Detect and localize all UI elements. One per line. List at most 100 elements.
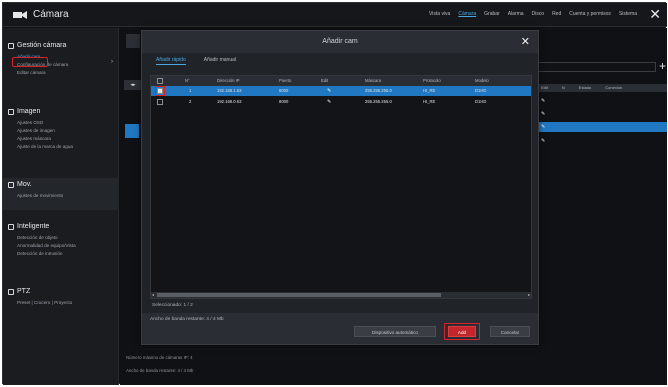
add-icon[interactable]: + [659, 59, 666, 73]
selected-count: Seleccionado: 1 / 2 [152, 303, 193, 308]
sidebar-item-edit-camera[interactable]: Editar cámara [3, 69, 119, 77]
sidebar-item-object-detection[interactable]: Detección de objeto [3, 234, 119, 242]
scrollbar-thumb[interactable] [157, 293, 441, 297]
cell-ip: 192.168.1.63 [217, 88, 242, 93]
top-navigation: Vista viva Cámara Grabar Alarma Disco Re… [429, 11, 637, 17]
sidebar-section-ptz: PTZ Preset | Crucero | Proyecto [3, 288, 119, 307]
cell-port: 8000 [279, 88, 289, 93]
sidebar-section-header[interactable]: Inteligente [3, 223, 119, 234]
edit-icon[interactable]: ✎ [541, 124, 545, 130]
close-icon[interactable]: ✕ [521, 35, 530, 48]
sidebar-section-image: Imagen Ajustes OSD Ajustes de imagen Aju… [3, 108, 119, 151]
cell-ip: 192.168.0.63 [217, 99, 242, 104]
app-title: Cámara [33, 9, 69, 20]
list-item[interactable]: ✎ [538, 96, 667, 106]
column-header[interactable]: Protocolo [423, 76, 441, 86]
cell-model: D1HD [475, 88, 487, 93]
sidebar-item-intrusion[interactable]: Detección de intrusión [3, 250, 119, 258]
column-header[interactable]: Máscara [365, 76, 381, 86]
cancel-button[interactable]: Cancelar [490, 326, 530, 337]
sidebar-section-title: Inteligente [17, 223, 50, 230]
list-item[interactable]: ✎ [538, 109, 667, 119]
sidebar-section-title: Mov. [17, 181, 32, 188]
select-all-checkbox[interactable] [157, 78, 163, 84]
table-row[interactable]: 2 192.168.0.63 8000 ✎ 255.255.255.0 HI_R… [151, 97, 531, 107]
close-icon[interactable]: ✕ [649, 6, 661, 22]
sidebar-section-title: PTZ [17, 288, 31, 295]
nav-system[interactable]: Sistema [619, 11, 637, 17]
bandwidth-info: Ancho de banda restante: 4 / 4 Mb [150, 317, 224, 322]
column-header[interactable]: Puerto [279, 76, 291, 86]
horizontal-scrollbar[interactable]: ◂ ▸ [151, 292, 531, 298]
nav-network[interactable]: Red [552, 11, 561, 17]
cell-port: 8000 [279, 99, 289, 104]
tab-manual-add[interactable]: Añadir manual [204, 57, 236, 65]
sidebar-section-motion: Mov. Ajustes de movimiento [3, 178, 119, 210]
checkbox-highlight [155, 86, 165, 96]
cell-protocol: HI_RE [423, 88, 436, 93]
nav-disk[interactable]: Disco [532, 11, 545, 17]
column-header: N [561, 85, 565, 90]
cell-protocol: HI_RE [423, 99, 436, 104]
scroll-right-icon[interactable]: ▸ [528, 292, 530, 298]
add-camera-highlight [12, 57, 48, 67]
sidebar-section-smart: Inteligente Detección de objeto Anormali… [3, 223, 119, 258]
camera-list: + Edit N Estado Conexión ✎ ✎ ✎ ✎ [538, 50, 667, 250]
sidebar-item-image-settings[interactable]: Ajustes de imagen [3, 127, 119, 135]
edit-icon[interactable]: ✎ [327, 97, 331, 107]
camera-config-screen: Cámara Vista viva Cámara Grabar Alarma D… [2, 2, 667, 385]
search-input[interactable] [538, 62, 656, 72]
sidebar-section-header[interactable]: Imagen [3, 108, 119, 119]
dialog-tabs: Añadir rápido Añadir manual [156, 57, 236, 65]
sidebar-section-header[interactable]: Gestión cámara [3, 42, 119, 53]
sidebar-item-ptz-preset[interactable]: Preset | Crucero | Proyecto [3, 299, 119, 307]
column-header[interactable]: Modelo [475, 76, 489, 86]
column-header: Edit [541, 85, 548, 90]
auto-device-button[interactable]: Dispositivo automático [354, 326, 436, 337]
add-camera-dialog: Añadir cam ✕ Añadir rápido Añadir manual… [141, 30, 539, 345]
tab-quick-add[interactable]: Añadir rápido [156, 57, 186, 65]
nav-alarm[interactable]: Alarma [508, 11, 524, 17]
toolbar-button[interactable] [126, 34, 140, 48]
sidebar-item-motion-settings[interactable]: Ajustes de movimiento [3, 192, 119, 200]
row-checkbox[interactable] [157, 99, 163, 105]
edit-icon[interactable]: ✎ [327, 86, 331, 96]
sidebar-item-watermark[interactable]: Ajuste de la marca de agua [3, 143, 119, 151]
edit-icon[interactable]: ✎ [541, 98, 545, 104]
nav-accounts[interactable]: Cuenta y permisos [569, 11, 611, 17]
motion-icon [8, 182, 14, 188]
scroll-left-icon[interactable]: ◂ [152, 292, 154, 298]
column-header: Conexión [605, 85, 623, 90]
table-row[interactable]: 1 192.168.1.63 8000 ✎ 255.255.255.0 HI_R… [151, 86, 531, 96]
cell-mask: 255.255.255.0 [365, 99, 392, 104]
nav-camera[interactable]: Cámara [458, 11, 476, 17]
dialog-footer: Ancho de banda restante: 4 / 4 Mb Dispos… [142, 313, 538, 344]
sidebar-item-osd[interactable]: Ajustes OSD [3, 119, 119, 127]
sidebar-section-header[interactable]: Mov. [3, 178, 119, 192]
sidebar-section-title: Imagen [17, 108, 41, 115]
nav-live-view[interactable]: Vista viva [429, 11, 450, 17]
sidebar-section-header[interactable]: PTZ [3, 288, 119, 299]
sidebar-item-mask[interactable]: Ajustes máscara [3, 135, 119, 143]
nav-record[interactable]: Grabar [484, 11, 500, 17]
column-header[interactable]: Edit [321, 76, 328, 86]
top-bar: Cámara Vista viva Cámara Grabar Alarma D… [3, 3, 667, 27]
column-header[interactable]: Dirección IP [217, 76, 240, 86]
camera-management-icon [8, 43, 14, 49]
cell-number: 1 [189, 88, 192, 93]
list-item[interactable]: ✎ [538, 122, 667, 132]
edit-icon[interactable]: ✎ [541, 138, 545, 144]
sidebar-item-anomaly[interactable]: Anormalidad de equipo/Vista [3, 242, 119, 250]
cell-number: 2 [189, 99, 192, 104]
sidebar: Gestión cámara Añadir cam Configuración … [3, 28, 119, 385]
max-ip-cameras-info: Número máximo de cámaras IP: 4 [126, 355, 193, 360]
smart-icon [8, 224, 14, 230]
column-header[interactable]: N° [185, 76, 190, 86]
chevron-right-icon: › [111, 59, 113, 65]
list-item[interactable]: ✎ [538, 136, 667, 146]
dialog-title: Añadir cam [142, 31, 538, 53]
edit-icon[interactable]: ✎ [541, 111, 545, 117]
toolbar-button[interactable]: ◂▸ [124, 80, 142, 90]
sidebar-section-title: Gestión cámara [17, 42, 67, 49]
camera-list-header: Edit N Estado Conexión [538, 84, 667, 92]
